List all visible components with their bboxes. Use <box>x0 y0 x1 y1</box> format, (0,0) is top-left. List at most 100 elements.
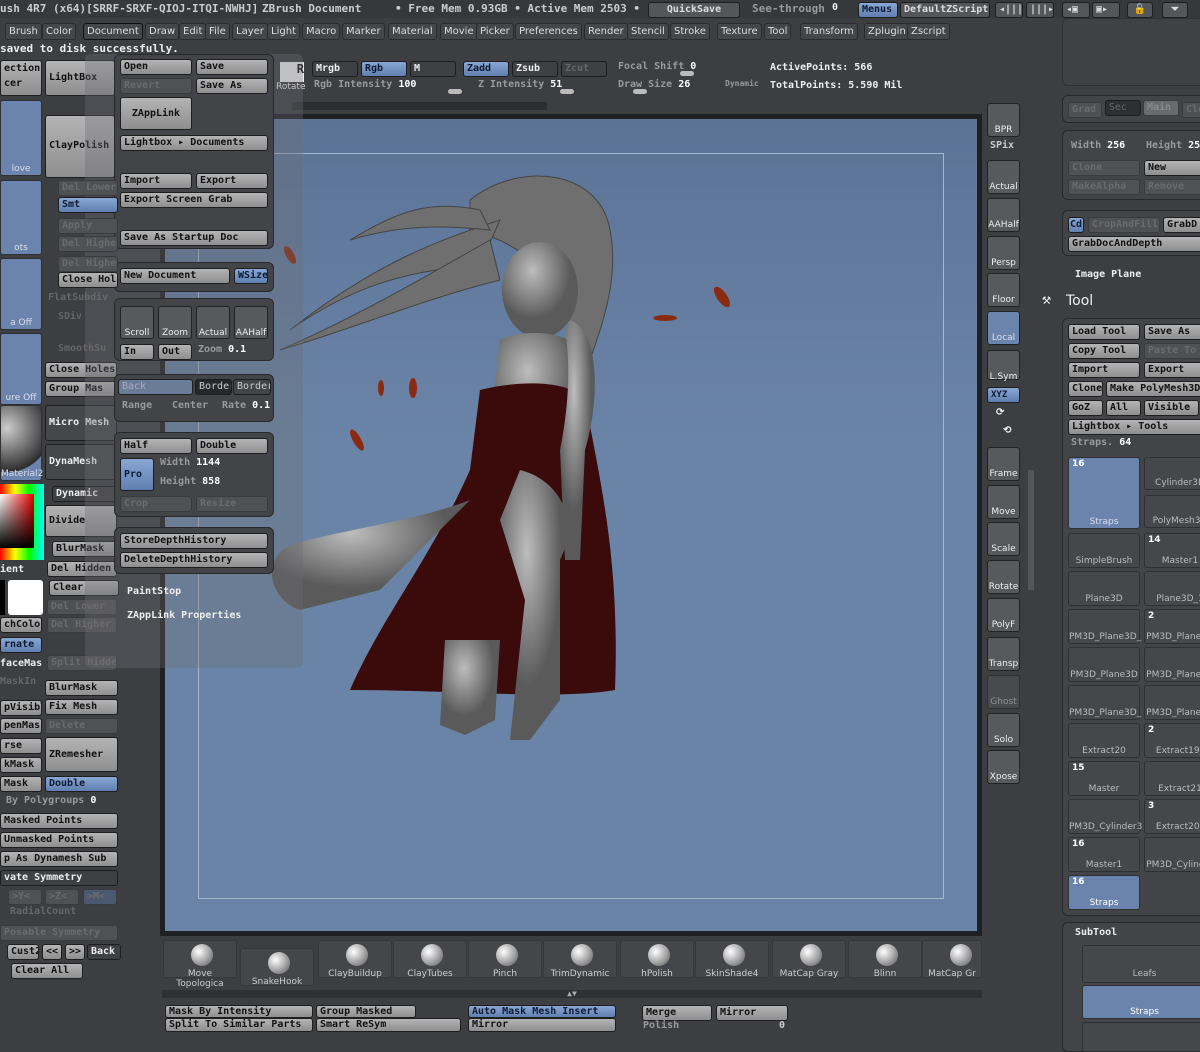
polish-slider[interactable]: Polish <box>643 1020 679 1031</box>
zadd-button[interactable]: Zadd <box>463 61 509 77</box>
zoom-button[interactable]: Zoom <box>158 306 192 339</box>
toolbar-transp-button[interactable]: Transp <box>987 637 1020 671</box>
panel-divider-handle[interactable] <box>1028 470 1034 590</box>
left-col1-button[interactable]: kMask <box>0 757 42 773</box>
alpha-height-slider[interactable]: Height 25 <box>1146 140 1200 151</box>
menu-picker[interactable]: Picker <box>476 23 514 40</box>
left-col2-button[interactable]: Close Hol <box>58 272 118 288</box>
grad-button[interactable]: Grad <box>1068 102 1102 118</box>
rgb-button[interactable]: Rgb <box>361 61 407 77</box>
menu-tool[interactable]: Tool <box>764 23 792 40</box>
sym-y-button[interactable]: >Y< <box>8 889 42 905</box>
prev-button[interactable]: << <box>42 944 62 960</box>
tool-thumb[interactable]: PM3D_Plane3D <box>1068 647 1140 682</box>
tool-thumb[interactable]: 2 PM3D_Plane3D <box>1144 609 1200 644</box>
toolbar-solo-button[interactable]: Solo <box>987 713 1020 747</box>
left-col1-button[interactable]: penMas <box>0 718 42 734</box>
cd-button[interactable]: Cd <box>1068 217 1084 233</box>
new-document-button[interactable]: New Document <box>120 268 230 284</box>
tool-thumb[interactable]: Plane3D_1 <box>1144 571 1200 606</box>
activate-symmetry-button[interactable]: vate Symmetry <box>0 870 118 886</box>
menu-render[interactable]: Render <box>584 23 628 40</box>
delete-depth-history-button[interactable]: DeleteDepthHistory <box>120 552 268 568</box>
save-as-button[interactable]: Save As <box>196 78 268 94</box>
export-screen-grab-button[interactable]: Export Screen Grab <box>120 192 268 208</box>
minimize-icon[interactable]: ⏷ <box>1162 2 1188 18</box>
straps-slider[interactable]: Straps. 64 <box>1071 437 1131 448</box>
tool-thumb-last[interactable]: 16 Straps <box>1068 875 1140 910</box>
tool-thumb[interactable]: Extract20 <box>1068 723 1140 758</box>
secondary-color-swatch[interactable] <box>8 580 43 615</box>
toolbar-scale-button[interactable]: Scale <box>987 522 1020 556</box>
load-tool-button[interactable]: Load Tool <box>1068 324 1140 340</box>
scroll-right-icon[interactable]: |||▸ <box>1026 2 1054 18</box>
brush-snakehook[interactable]: SnakeHook <box>240 948 314 987</box>
tool-thumb[interactable]: PolyMesh3D <box>1144 495 1200 528</box>
tool-thumb[interactable]: 16 Master1 <box>1068 837 1140 872</box>
brush-hpolish[interactable]: hPolish <box>620 940 694 979</box>
rate-slider[interactable]: Rate 0.1 <box>222 400 270 411</box>
auto-mask-mesh-insert-button[interactable]: Auto Mask Mesh Insert <box>468 1005 616 1018</box>
menu-material[interactable]: Material <box>388 23 437 40</box>
menu-texture[interactable]: Texture <box>717 23 762 40</box>
back-color-button[interactable]: Back <box>118 379 193 395</box>
tool-thumb-selected[interactable]: 16 Straps <box>1068 457 1140 529</box>
main-color-swatch[interactable] <box>0 580 5 615</box>
clone-tool-button[interactable]: Clone <box>1068 381 1103 397</box>
center-slider[interactable]: Center <box>172 400 208 411</box>
see-through-label[interactable]: See-through <box>752 2 825 15</box>
z-intensity-slider[interactable]: Z Intensity 51 <box>478 79 562 90</box>
group-masked-button[interactable]: Group Masked <box>316 1005 416 1018</box>
tool-thumb[interactable]: 3 Extract20_ <box>1144 799 1200 834</box>
menu-document[interactable]: Document <box>83 23 143 40</box>
radial-count-slider[interactable]: RadialCount <box>10 906 76 917</box>
tool-thumb[interactable]: PM3D_Plane3D <box>1144 647 1200 682</box>
left-col2-button[interactable]: Del Lower <box>58 180 118 196</box>
scroll-left-icon[interactable]: ◂||| <box>995 2 1023 18</box>
menu-stroke[interactable]: Stroke <box>670 23 710 40</box>
rgb-intensity-slider[interactable]: Rgb Intensity 100 <box>314 79 416 90</box>
tool-thumb[interactable]: 2 Extract19_ <box>1144 723 1200 758</box>
z-intensity-knob[interactable] <box>560 89 574 94</box>
zcut-button[interactable]: Zcut <box>561 61 607 77</box>
clear-all-button[interactable]: Clear All <box>11 963 83 979</box>
rotate-y-icon[interactable]: ⟳ <box>996 407 1004 418</box>
import-tool-button[interactable]: Import <box>1068 362 1140 378</box>
half-button[interactable]: Half <box>120 438 192 454</box>
left-col1-button[interactable]: Mask <box>0 776 42 792</box>
make-polymesh-button[interactable]: Make PolyMesh3D <box>1106 381 1200 397</box>
xyz-button[interactable]: XYZ <box>987 387 1020 403</box>
posable-symmetry-button[interactable]: Posable Symmetry <box>0 925 118 941</box>
menu-movie[interactable]: Movie <box>440 23 478 40</box>
lightbox-tools-button[interactable]: Lightbox ▸ Tools <box>1068 419 1200 435</box>
double-button[interactable]: Double <box>45 776 118 792</box>
tool-thumb[interactable]: 15 Master <box>1068 761 1140 796</box>
menus-button[interactable]: Menus <box>858 2 898 18</box>
sec-button[interactable]: Sec <box>1105 100 1141 116</box>
left-col2-button[interactable]: Del Higher <box>58 256 118 272</box>
texture-thumbnail[interactable]: ure Off <box>0 333 42 405</box>
unmasked-points-button[interactable]: Unmasked Points <box>0 832 118 848</box>
menu-zscript[interactable]: Zscript <box>907 23 950 40</box>
menu-brush[interactable]: Brush <box>5 23 42 40</box>
paintstop-menu[interactable]: PaintStop <box>127 586 181 597</box>
make-alpha-button[interactable]: MakeAlpha <box>1068 179 1140 195</box>
brush-blinn[interactable]: Blinn <box>848 940 922 979</box>
brush-move-topologica[interactable]: Move Topologica <box>163 940 237 989</box>
toolbar-polyf-button[interactable]: PolyF <box>987 598 1020 632</box>
next-button[interactable]: >> <box>65 944 85 960</box>
menu-preferences[interactable]: Preferences <box>515 23 582 40</box>
default-zscript-button[interactable]: DefaultZScript <box>900 2 990 18</box>
wsize-button[interactable]: WSize <box>234 268 268 284</box>
zoom-in-button[interactable]: In <box>120 344 154 360</box>
delete-button[interactable]: Delete <box>45 718 118 734</box>
remove-alpha-button[interactable]: Remove <box>1144 179 1200 195</box>
menu-color[interactable]: Color <box>42 23 77 40</box>
cust2-button[interactable]: Cust2 <box>7 944 39 960</box>
scroll-button[interactable]: Scroll <box>120 306 154 339</box>
toolbar-rotate-button[interactable]: Rotate <box>987 560 1020 594</box>
revert-button[interactable]: Revert <box>120 78 192 94</box>
goz-all-button[interactable]: All <box>1106 400 1141 416</box>
menu-edit[interactable]: Edit <box>179 23 207 40</box>
bottom-shelf-divider[interactable]: ▲▼ <box>162 990 982 998</box>
